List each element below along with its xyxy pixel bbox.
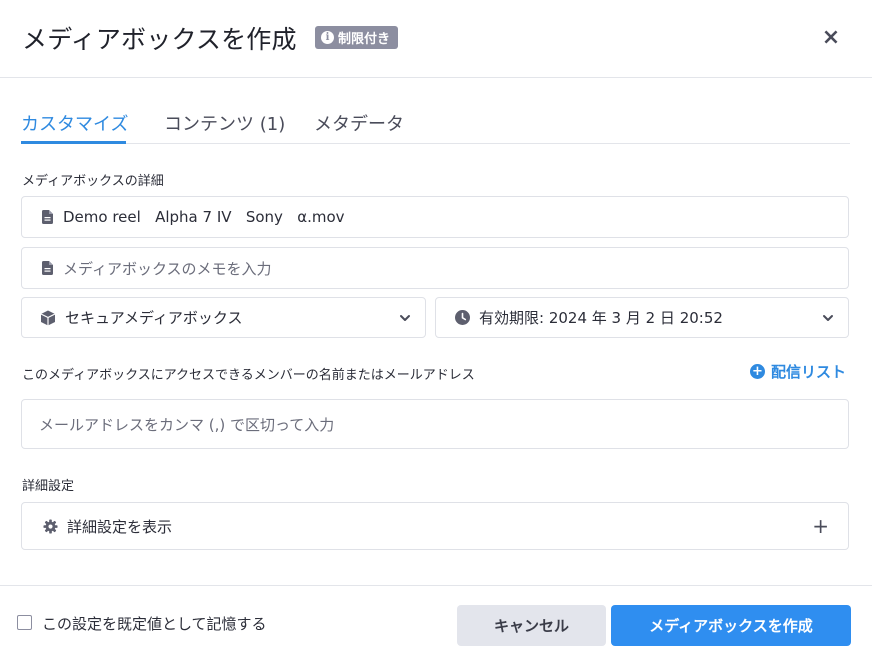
distribution-list-label: 配信リスト	[771, 363, 847, 381]
distribution-list-link[interactable]: + 配信リスト	[750, 361, 846, 382]
tab-bar: カスタマイズ コンテンツ (1) メタデータ	[21, 104, 850, 144]
expiry-value: 有効期限: 2024 年 3 月 2 日 20:52	[479, 309, 723, 327]
details-section-label: メディアボックスの詳細	[22, 174, 164, 189]
restricted-badge: i 制限付き	[315, 26, 399, 49]
access-section-label: このメディアボックスにアクセスできるメンバーの名前またはメールアドレス	[22, 368, 475, 383]
mediabox-type-value: セキュアメディアボックス	[65, 309, 243, 327]
create-mediabox-dialog: メディアボックスを作成 i 制限付き × カスタマイズ コンテンツ (1) メタ…	[0, 0, 872, 663]
remember-settings-label[interactable]: この設定を既定値として記憶する	[42, 613, 267, 634]
cancel-button[interactable]: キャンセル	[457, 605, 606, 646]
dialog-header: メディアボックスを作成 i 制限付き ×	[0, 0, 872, 78]
file-icon	[40, 260, 54, 276]
expiry-select[interactable]: 有効期限: 2024 年 3 月 2 日 20:52	[435, 297, 849, 338]
info-icon: i	[321, 31, 334, 44]
email-placeholder: メールアドレスをカンマ (,) で区切って入力	[39, 415, 335, 434]
email-input[interactable]: メールアドレスをカンマ (,) で区切って入力	[21, 399, 849, 449]
active-tab-indicator	[21, 141, 126, 144]
advanced-settings-toggle[interactable]: 詳細設定を表示 +	[21, 502, 849, 550]
restricted-badge-label: 制限付き	[338, 32, 391, 47]
dialog-footer: この設定を既定値として記憶する キャンセル メディアボックスを作成	[0, 585, 872, 663]
clock-icon	[454, 310, 470, 326]
plus-circle-icon: +	[750, 364, 765, 379]
chevron-down-icon	[823, 314, 833, 321]
remember-settings-checkbox[interactable]	[17, 615, 32, 630]
plus-icon: +	[812, 514, 829, 538]
advanced-settings-label: 詳細設定を表示	[67, 517, 173, 536]
file-icon	[40, 209, 54, 225]
mediabox-name-value: Demo reel Alpha 7 IV Sony α.mov	[63, 208, 345, 226]
cube-icon	[40, 310, 56, 326]
mediabox-name-field[interactable]: Demo reel Alpha 7 IV Sony α.mov	[21, 196, 849, 238]
tab-metadata[interactable]: メタデータ	[314, 110, 404, 136]
gear-icon	[42, 518, 58, 534]
memo-placeholder: メディアボックスのメモを入力	[63, 259, 272, 278]
memo-field[interactable]: メディアボックスのメモを入力	[21, 247, 849, 289]
create-mediabox-button[interactable]: メディアボックスを作成	[611, 605, 851, 646]
tab-customize[interactable]: カスタマイズ	[21, 110, 128, 136]
mediabox-type-select[interactable]: セキュアメディアボックス	[21, 297, 426, 338]
chevron-down-icon	[400, 314, 410, 321]
advanced-section-label: 詳細設定	[22, 479, 75, 494]
close-icon[interactable]: ×	[818, 24, 844, 50]
dialog-title: メディアボックスを作成	[22, 25, 297, 54]
tab-contents[interactable]: コンテンツ (1)	[164, 110, 285, 136]
